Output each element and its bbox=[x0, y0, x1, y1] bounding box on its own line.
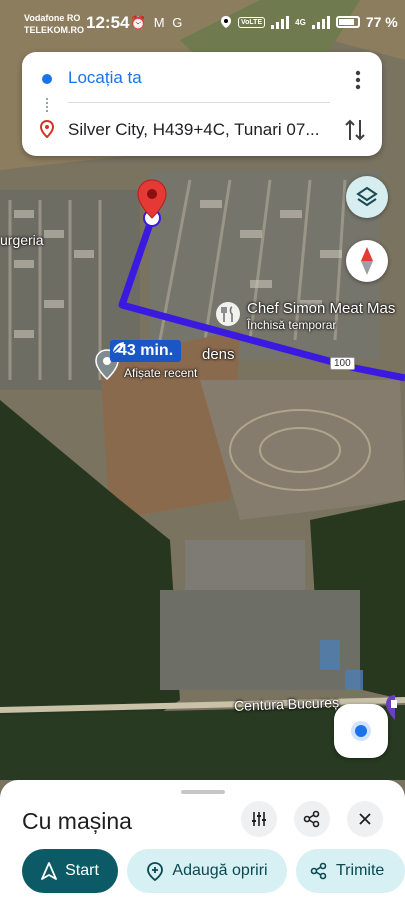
directions-card: Locația ta Silver City, H439+4C, Tunari … bbox=[22, 52, 382, 156]
send-label: Trimite bbox=[336, 862, 385, 879]
navigation-arrow-icon bbox=[41, 862, 57, 880]
road-number-badge: 100 bbox=[330, 357, 355, 370]
network-type: 4G bbox=[295, 17, 306, 27]
route-options-button[interactable] bbox=[241, 801, 277, 837]
start-label: Start bbox=[65, 862, 99, 879]
field-separator bbox=[68, 102, 330, 103]
signal-icon-2 bbox=[311, 15, 330, 29]
notification-icons: ⏰ M G bbox=[130, 15, 185, 30]
origin-dot-icon bbox=[42, 74, 52, 84]
drag-handle[interactable] bbox=[181, 790, 225, 794]
place-label-gardens[interactable]: dens bbox=[202, 346, 235, 363]
close-icon bbox=[359, 813, 371, 825]
connector-dots bbox=[46, 98, 50, 112]
system-icons: VoLTE 4G 77 % bbox=[220, 14, 398, 30]
layers-button[interactable] bbox=[346, 176, 388, 218]
origin-field[interactable]: Locația ta bbox=[68, 68, 142, 88]
swap-directions-icon[interactable] bbox=[342, 116, 368, 144]
send-button[interactable]: Trimite bbox=[296, 849, 405, 893]
carrier-info: Vodafone RO TELEKOM.RO bbox=[24, 12, 84, 36]
battery-level: 77 % bbox=[365, 14, 398, 30]
volte-badge: VoLTE bbox=[238, 16, 266, 28]
poi-name[interactable]: Chef Simon Meat Mas bbox=[247, 300, 395, 317]
layers-icon bbox=[356, 186, 378, 207]
bottom-sheet: Cu mașina Start Adaugă opriri Trimite bbox=[0, 780, 405, 900]
battery-icon bbox=[335, 16, 360, 28]
route-time-badge[interactable]: 43 min. bbox=[110, 340, 182, 362]
share-route-button[interactable] bbox=[294, 801, 330, 837]
recent-label: Afișate recent bbox=[124, 366, 198, 380]
add-stops-button[interactable]: Adaugă opriri bbox=[127, 849, 287, 893]
gas-station-icon[interactable] bbox=[385, 694, 405, 722]
add-stops-label: Adaugă opriri bbox=[172, 862, 268, 879]
route-time: 43 min. bbox=[118, 342, 174, 359]
destination-pin-icon[interactable] bbox=[136, 178, 168, 222]
my-location-button[interactable] bbox=[334, 704, 388, 758]
status-bar: Vodafone RO TELEKOM.RO 12:54 ⏰ M G VoLTE… bbox=[0, 0, 405, 44]
close-button[interactable] bbox=[347, 801, 383, 837]
carrier-line-1: Vodafone RO bbox=[24, 13, 81, 23]
eco-leaf-icon bbox=[112, 342, 124, 354]
start-button[interactable]: Start bbox=[22, 849, 118, 893]
my-location-icon bbox=[351, 721, 371, 741]
tune-icon bbox=[252, 812, 266, 826]
carrier-line-2: TELEKOM.RO bbox=[24, 25, 84, 35]
travel-mode-title: Cu mașina bbox=[22, 808, 132, 834]
map-label-burgeria[interactable]: urgeria bbox=[0, 232, 44, 248]
clock: 12:54 bbox=[86, 13, 130, 32]
share-icon-small bbox=[310, 862, 327, 880]
destination-marker-icon bbox=[40, 120, 54, 138]
share-icon bbox=[303, 810, 320, 828]
restaurant-icon[interactable] bbox=[214, 300, 242, 328]
poi-status: Închisă temporar bbox=[247, 318, 337, 332]
add-location-icon bbox=[147, 862, 164, 881]
destination-field[interactable]: Silver City, H439+4C, Tunari 07... bbox=[68, 120, 320, 140]
compass-icon bbox=[361, 247, 373, 275]
signal-icon bbox=[271, 15, 290, 29]
location-icon bbox=[221, 16, 231, 28]
more-options-icon[interactable] bbox=[348, 66, 368, 94]
compass-button[interactable] bbox=[346, 240, 388, 282]
